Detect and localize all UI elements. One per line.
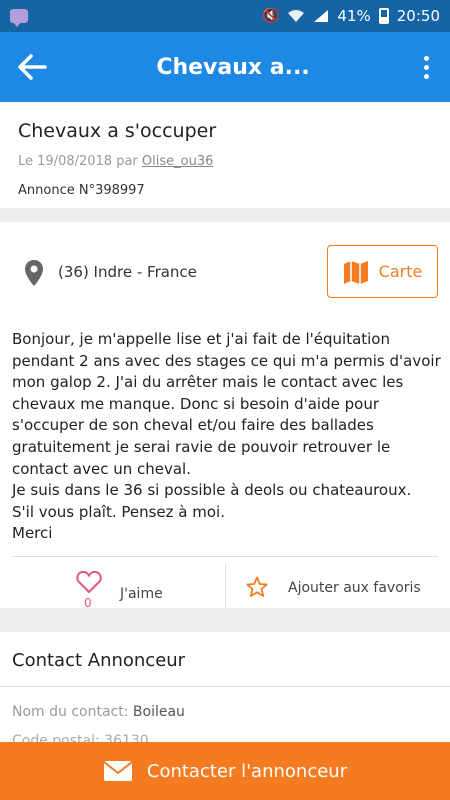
message-icon [10,9,28,27]
divider [0,686,450,687]
contact-advertiser-button[interactable]: Contacter l'annonceur [0,742,450,800]
favorite-button[interactable]: Ajouter aux favoris [226,562,450,608]
arrow-left-icon [18,54,47,80]
ad-number: Annonce N°398997 [18,183,145,198]
signal-icon [314,10,329,22]
back-button[interactable] [0,32,64,102]
location-text: (36) Indre - France [58,263,197,281]
map-button-label: Carte [378,262,423,281]
contact-section-title: Contact Annonceur [12,650,186,671]
favorite-label: Ajouter aux favoris [288,580,421,596]
app-bar: Chevaux a... [0,32,450,102]
divider [12,556,438,557]
ad-date: Le 19/08/2018 par [18,154,142,169]
action-bar: 0 J'aime Ajouter aux favoris [0,562,450,610]
like-count: 0 [84,596,92,610]
battery-icon [378,8,389,24]
map-button[interactable]: Carte [327,245,438,298]
battery-percent: 41% [337,7,371,25]
more-options-button[interactable] [402,32,450,102]
wifi-icon [288,10,305,22]
ad-title: Chevaux a s'occuper [18,120,217,142]
contact-name-value: Boileau [132,704,185,720]
star-icon [246,576,268,597]
status-bar: 🔇 41% 20:50 [0,0,450,32]
ad-details-card: (36) Indre - France Carte Bonjour, je m'… [0,222,450,608]
more-vertical-icon [423,55,429,61]
heart-icon [76,570,102,594]
status-time: 20:50 [396,7,440,25]
envelope-icon [103,761,133,781]
like-label: J'aime [120,586,163,602]
author-link[interactable]: Olise_ou36 [142,154,213,169]
location-pin-icon [25,260,43,286]
ad-description: Bonjour, je m'appelle lise et j'ai fait … [12,330,441,543]
contact-advertiser-label: Contacter l'annonceur [146,760,348,782]
contact-name: Nom du contact: Boileau [12,704,185,720]
map-icon [343,260,368,284]
like-button[interactable]: 0 J'aime [0,562,225,610]
contact-name-label: Nom du contact: [12,704,133,720]
mute-icon: 🔇 [261,8,280,24]
ad-header-card: Chevaux a s'occuper Le 19/08/2018 par Ol… [0,102,450,208]
app-title: Chevaux a... [156,54,310,80]
ad-meta: Le 19/08/2018 par Olise_ou36 [18,154,432,169]
